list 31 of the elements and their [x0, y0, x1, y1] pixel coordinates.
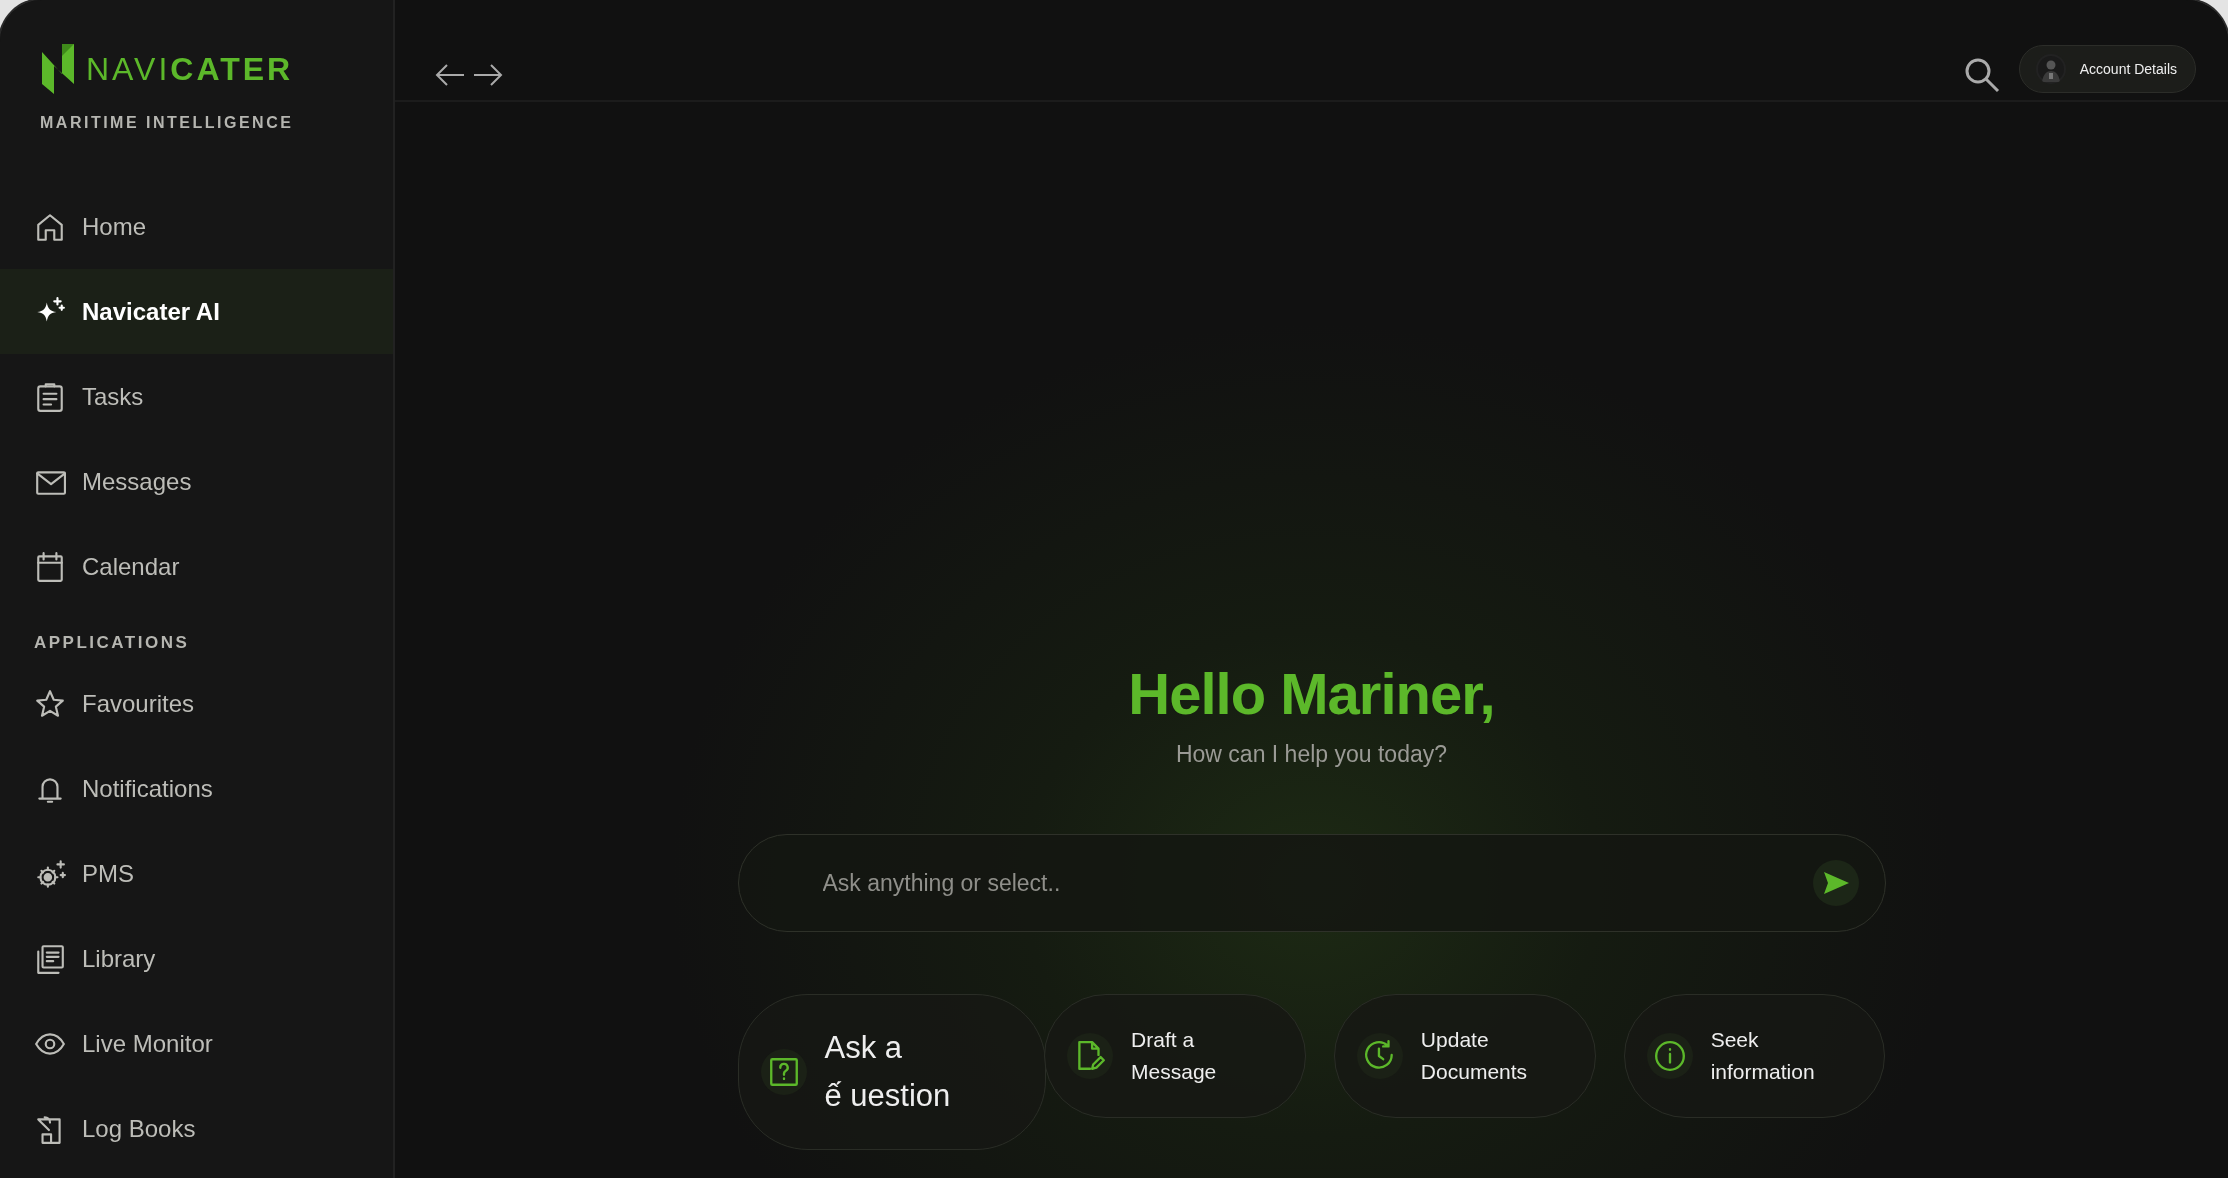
send-button[interactable]: [1812, 860, 1859, 906]
nav-item[interactable]: Tasks: [0, 354, 393, 439]
nav-item[interactable]: Library: [0, 916, 393, 1001]
gear-icon: [34, 857, 66, 890]
nav-item[interactable]: Calendar: [0, 524, 393, 609]
section-heading: APPLICATIONS: [33, 632, 191, 654]
nav-item[interactable]: Notifications: [0, 746, 393, 831]
suggestion-card[interactable]: Seek information: [1623, 994, 1886, 1118]
documents-icon: [34, 942, 66, 975]
greeting-subtitle: How can I help you today?: [1175, 741, 1448, 768]
prompt-field[interactable]: Ask anything or select..: [737, 834, 1886, 932]
prompt-input[interactable]: Ask anything or select..: [820, 868, 1813, 898]
nav-item[interactable]: Home: [0, 184, 393, 269]
calendar-icon: [34, 550, 66, 583]
nav-item[interactable]: PMS: [0, 831, 393, 916]
suggestion-card[interactable]: Update Documents: [1333, 994, 1596, 1118]
logo-wordmark: NAVICATER: [86, 50, 294, 88]
nav-item[interactable]: Log Books: [0, 1086, 393, 1171]
account-button[interactable]: Account Details: [2018, 45, 2196, 93]
nav-item[interactable]: Navicater AI: [0, 269, 393, 354]
nav-item[interactable]: Favourites: [0, 661, 393, 746]
logo-icon: [42, 44, 74, 94]
suggestion-card[interactable]: Draft a Message: [1044, 994, 1306, 1118]
info-icon: [1652, 1039, 1687, 1073]
clipboard-icon: [34, 380, 66, 413]
nav-item[interactable]: Live Monitor: [0, 1001, 393, 1086]
greeting-title: Hello Mariner,: [1128, 660, 1495, 727]
suggestion-card[interactable]: Ask a ế uestion: [737, 994, 1047, 1150]
nav-item[interactable]: Messages: [0, 439, 393, 524]
star-icon: [34, 687, 66, 720]
tagline: MARITIME INTELLIGENCE: [39, 113, 295, 132]
